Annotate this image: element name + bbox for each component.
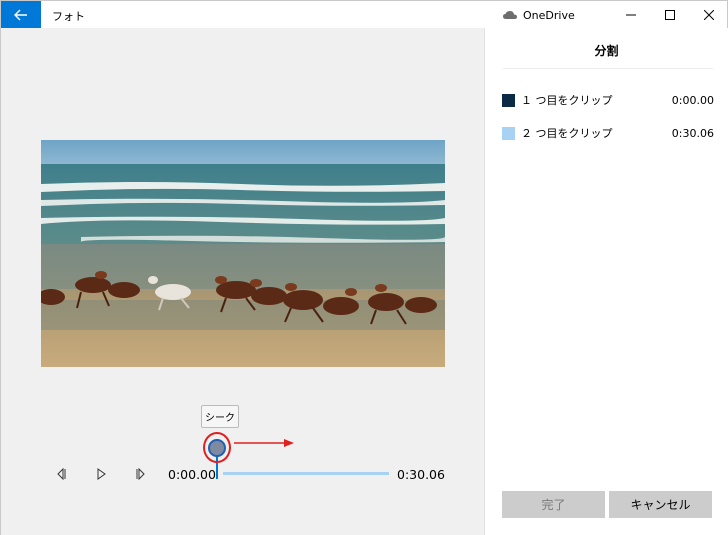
clip-1-time: 0:00.00: [671, 93, 714, 107]
seek-tooltip: シーク: [201, 405, 239, 428]
back-button[interactable]: [1, 1, 41, 28]
next-frame-button[interactable]: [131, 464, 151, 484]
done-button[interactable]: 完了: [502, 491, 605, 518]
cloud-icon: [503, 11, 517, 19]
next-frame-icon: [136, 468, 145, 480]
annotation-circle: [203, 432, 231, 463]
timeline-track[interactable]: [223, 472, 389, 475]
previous-frame-button[interactable]: [51, 464, 71, 484]
back-arrow-icon: [14, 9, 27, 20]
clip-2-color-swatch: [502, 126, 515, 140]
play-icon: [97, 468, 106, 480]
maximize-button[interactable]: [652, 1, 688, 28]
editor-area: シーク 0:00.00 0:30.06: [1, 28, 484, 535]
video-frame-image: [41, 140, 445, 367]
minimize-icon: [626, 14, 636, 15]
clip-item-2: ２ つ目をクリップ 0:30.06: [502, 125, 714, 141]
onedrive-status[interactable]: OneDrive: [502, 6, 575, 24]
split-panel: 分割 １ つ目をクリップ 0:00.00 ２ つ目をクリップ 0:30.06 完…: [484, 28, 728, 535]
app-title: フォト: [52, 10, 85, 23]
previous-frame-icon: [57, 468, 66, 480]
clip-1-label: １ つ目をクリップ: [521, 94, 613, 107]
panel-title: 分割: [594, 44, 619, 58]
close-button[interactable]: [691, 1, 727, 28]
maximize-icon: [665, 9, 675, 20]
video-preview[interactable]: [41, 140, 445, 367]
clip-2-label: ２ つ目をクリップ: [521, 127, 613, 140]
annotation-arrow-icon: [234, 439, 294, 447]
current-time: 0:00.00: [168, 467, 216, 482]
clip-1-color-swatch: [502, 93, 515, 107]
clip-item-1: １ つ目をクリップ 0:00.00: [502, 92, 714, 108]
close-icon: [704, 9, 714, 20]
photos-window: フォト OneDrive シーク 0:00.00 0:30.06 分割 １ つ目…: [0, 0, 728, 535]
cancel-button[interactable]: キャンセル: [609, 491, 712, 518]
minimize-button[interactable]: [613, 1, 649, 28]
clip-2-time: 0:30.06: [671, 126, 714, 140]
title-bar: フォト OneDrive: [1, 1, 727, 28]
total-time: 0:30.06: [397, 467, 445, 482]
divider: [503, 68, 713, 69]
play-button[interactable]: [91, 464, 111, 484]
onedrive-label: OneDrive: [523, 8, 575, 22]
